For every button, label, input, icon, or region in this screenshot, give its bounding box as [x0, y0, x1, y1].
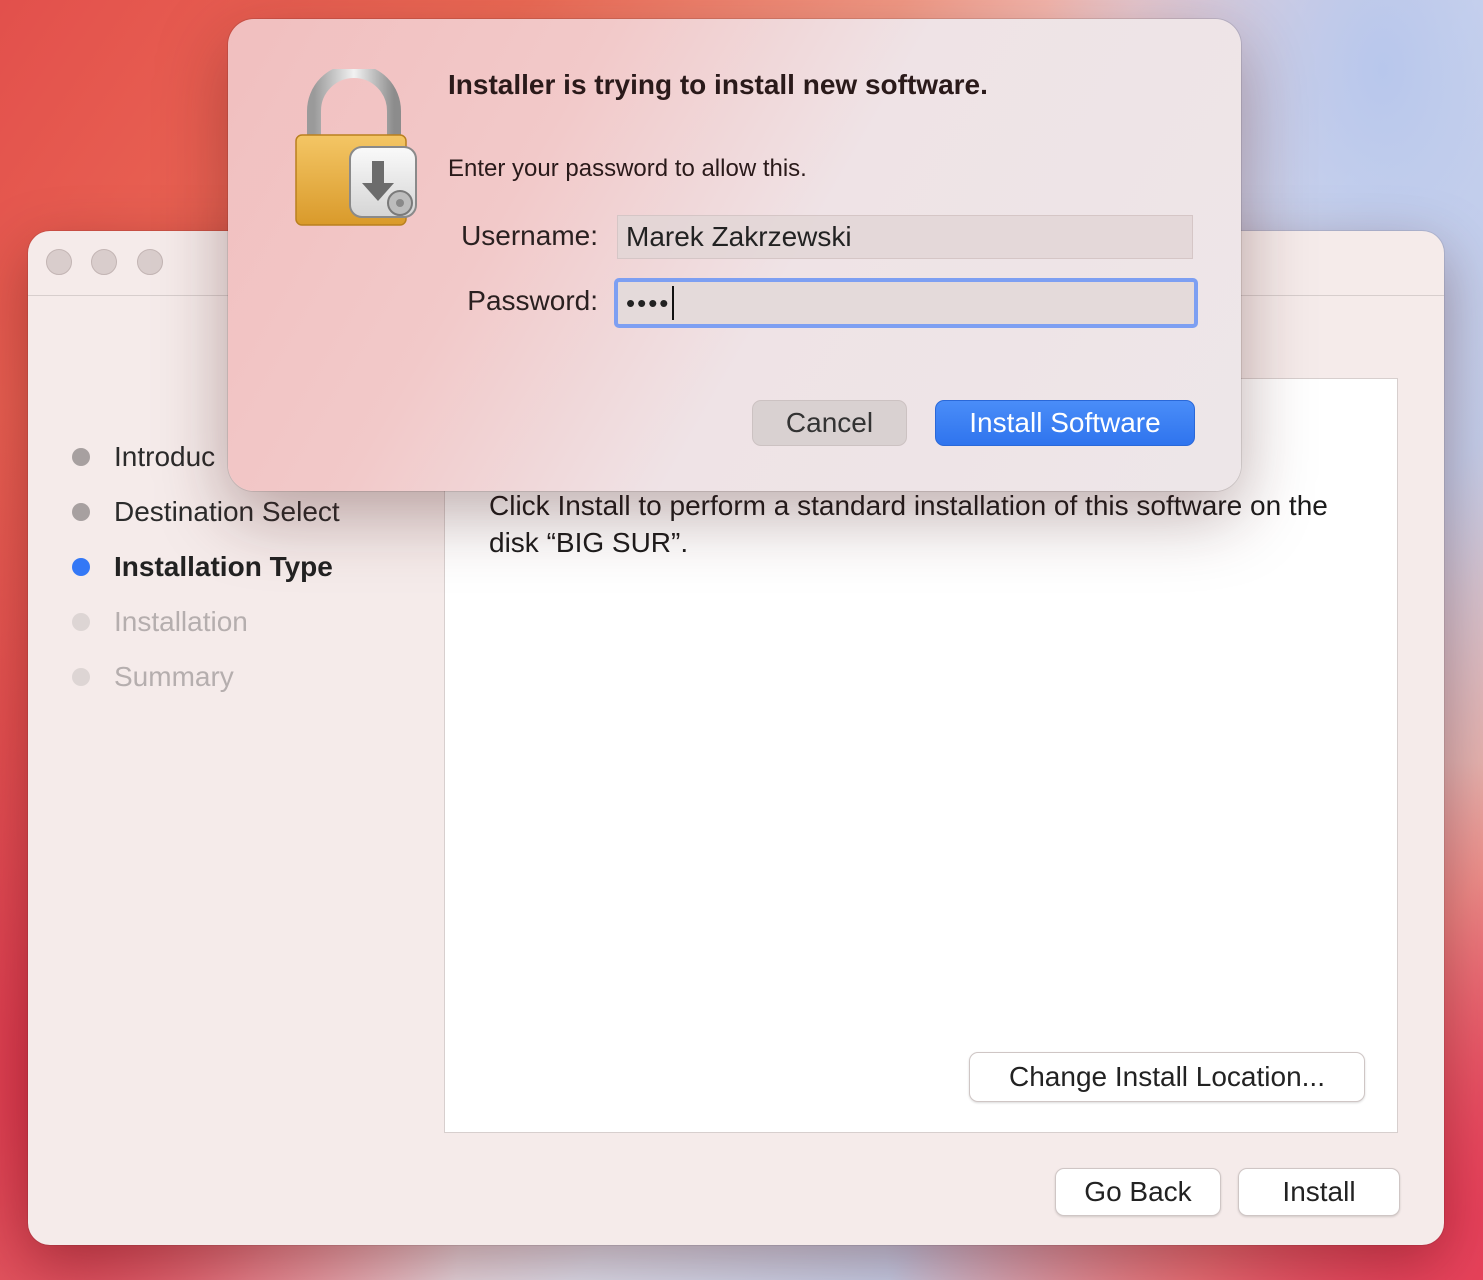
install-description: Click Install to perform a standard inst…: [489, 490, 1328, 558]
step-status-dot: [72, 667, 90, 686]
zoom-window-button[interactable]: [137, 249, 163, 275]
username-label: Username:: [461, 220, 598, 251]
step-label: Summary: [114, 660, 234, 692]
step-destination-select: Destination Select: [72, 484, 340, 539]
username-field[interactable]: Marek Zakrzewski: [617, 215, 1193, 259]
step-status-dot: [72, 502, 90, 521]
step-status-dot: [72, 447, 90, 466]
step-status-dot: [72, 557, 90, 576]
step-installation: Installation: [72, 594, 340, 649]
step-installation-type: Installation Type: [72, 539, 340, 594]
password-value: ••••: [626, 287, 671, 318]
step-label: Introduc: [114, 440, 216, 472]
step-label: Installation Type: [114, 550, 333, 582]
install-button[interactable]: Install: [1238, 1168, 1400, 1216]
dialog-title: Installer is trying to install new softw…: [448, 69, 988, 100]
dialog-message: Enter your password to allow this.: [448, 155, 807, 182]
password-label: Password:: [467, 285, 598, 316]
installer-content-pane: Click Install to perform a standard inst…: [444, 378, 1398, 1133]
step-label: Destination Select: [114, 495, 340, 527]
text-caret: [672, 286, 675, 320]
authentication-dialog: Installer is trying to install new softw…: [228, 19, 1241, 491]
change-install-location-button[interactable]: Change Install Location...: [969, 1052, 1365, 1102]
step-status-dot: [72, 612, 90, 631]
minimize-window-button[interactable]: [91, 249, 117, 275]
username-value: Marek Zakrzewski: [626, 221, 852, 252]
go-back-button[interactable]: Go Back: [1055, 1168, 1221, 1216]
cancel-button[interactable]: Cancel: [752, 400, 907, 446]
step-summary: Summary: [72, 649, 340, 704]
close-window-button[interactable]: [46, 249, 72, 275]
lock-download-icon: [295, 69, 417, 226]
step-label: Installation: [114, 605, 248, 637]
password-field[interactable]: ••••: [614, 278, 1198, 328]
install-software-button[interactable]: Install Software: [935, 400, 1195, 446]
